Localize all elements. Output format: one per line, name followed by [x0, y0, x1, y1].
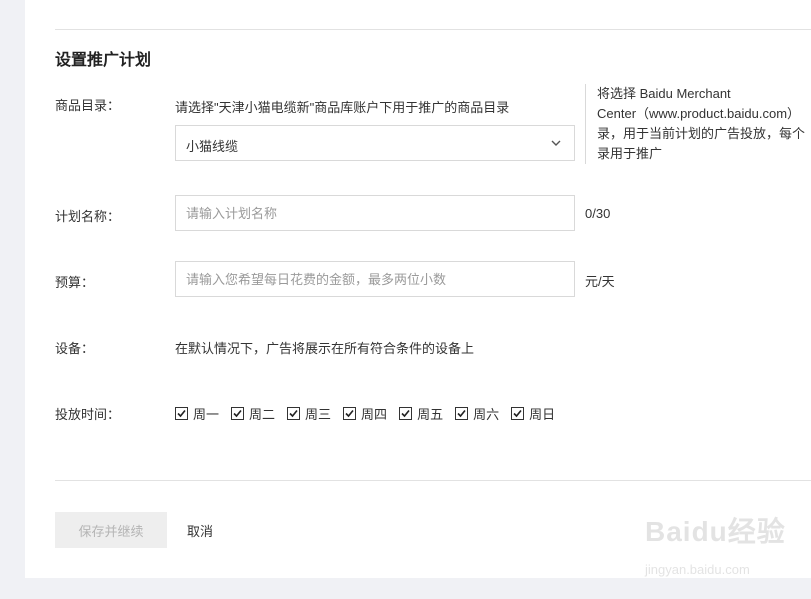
checkbox-checked-icon [231, 407, 245, 420]
form-card: 设置推广计划 商品目录： 请选择"天津小猫电缆新"商品库账户下用于推广的商品目录… [25, 0, 811, 578]
top-divider [55, 29, 811, 30]
catalog-note-line: 录用于推广 [597, 146, 663, 161]
catalog-hint: 请选择"天津小猫电缆新"商品库账户下用于推广的商品目录 [175, 100, 510, 115]
day-label: 周一 [193, 407, 220, 422]
schedule-label: 投放时间： [55, 407, 121, 422]
day-sunday-checkbox[interactable]: 周日 [511, 404, 555, 423]
budget-label: 预算： [55, 275, 95, 290]
day-label: 周二 [249, 407, 276, 422]
day-label: 周四 [361, 407, 388, 422]
schedule-days: 周一 周二 周三 周四 周五 周六 周日 [175, 404, 567, 423]
budget-input[interactable] [175, 261, 575, 297]
device-label: 设备： [55, 341, 95, 356]
budget-unit: 元/天 [585, 274, 615, 289]
checkbox-checked-icon [175, 407, 188, 420]
catalog-note-line: Center（www.product.baidu.com） [597, 106, 801, 121]
save-continue-button[interactable]: 保存并继续 [55, 512, 167, 548]
day-friday-checkbox[interactable]: 周五 [399, 404, 443, 423]
catalog-note-line: 录，用于当前计划的广告投放，每个 [597, 126, 806, 141]
catalog-note-line: 将选择 Baidu Merchant [597, 86, 731, 101]
day-label: 周五 [417, 407, 444, 422]
chevron-down-icon [550, 136, 562, 148]
plan-name-input[interactable] [175, 195, 575, 231]
cancel-button[interactable]: 取消 [187, 521, 213, 540]
watermark-url: jingyan.baidu.com [645, 562, 750, 577]
day-label: 周日 [529, 407, 556, 422]
bottom-divider [55, 480, 811, 481]
catalog-select[interactable]: 小猫线缆 [175, 125, 575, 161]
catalog-selected-value: 小猫线缆 [186, 139, 239, 154]
day-saturday-checkbox[interactable]: 周六 [455, 404, 499, 423]
checkbox-checked-icon [399, 407, 413, 420]
day-monday-checkbox[interactable]: 周一 [175, 404, 219, 423]
day-label: 周六 [473, 407, 500, 422]
checkbox-checked-icon [511, 407, 525, 420]
watermark-logo: Baidu经验 [645, 516, 786, 547]
plan-name-label: 计划名称： [55, 209, 121, 224]
checkbox-checked-icon [343, 407, 357, 420]
day-wednesday-checkbox[interactable]: 周三 [287, 404, 331, 423]
catalog-label: 商品目录： [55, 98, 121, 113]
checkbox-checked-icon [287, 407, 301, 420]
checkbox-checked-icon [455, 407, 469, 420]
day-label: 周三 [305, 407, 332, 422]
section-title: 设置推广计划 [55, 52, 152, 69]
baidu-jingyan-watermark: Baidu经验 jingyan.baidu.com [645, 510, 805, 585]
catalog-side-note: 将选择 Baidu Merchant Center（www.product.ba… [585, 84, 811, 164]
day-thursday-checkbox[interactable]: 周四 [343, 404, 387, 423]
day-tuesday-checkbox[interactable]: 周二 [231, 404, 275, 423]
device-description: 在默认情况下，广告将展示在所有符合条件的设备上 [175, 341, 475, 356]
plan-name-counter: 0/30 [585, 206, 611, 221]
